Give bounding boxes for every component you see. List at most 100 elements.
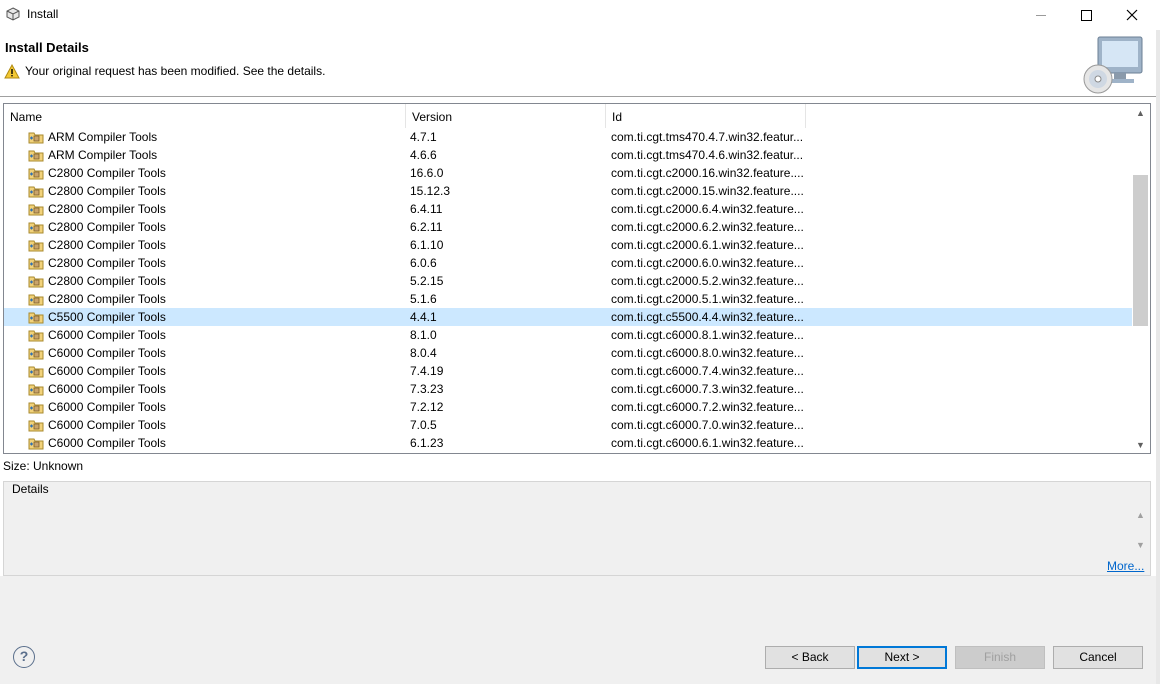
- header-banner: Install Details Your original request ha…: [0, 30, 1160, 96]
- cell-name: C6000 Compiler Tools: [48, 436, 166, 450]
- maximize-button[interactable]: [1063, 0, 1109, 30]
- cell-name: C6000 Compiler Tools: [48, 346, 166, 360]
- feature-package-icon: [28, 382, 44, 396]
- feature-package-icon: [28, 274, 44, 288]
- details-group: Details ▲ ▼: [3, 481, 1151, 576]
- install-items-table[interactable]: Name Version Id ARM Compiler Tools 4.7.1 c…: [3, 103, 1151, 454]
- table-row[interactable]: C2800 Compiler Tools 6.4.11 com.ti.cgt.c20…: [4, 200, 1132, 218]
- table-row[interactable]: C6000 Compiler Tools 7.2.12 com.ti.cgt.c60…: [4, 398, 1132, 416]
- feature-package-icon: [28, 148, 44, 162]
- column-header-version[interactable]: Version: [406, 104, 606, 128]
- table-row[interactable]: C6000 Compiler Tools 7.4.19 com.ti.cgt.c60…: [4, 362, 1132, 380]
- scroll-down-icon[interactable]: ▼: [1132, 536, 1149, 553]
- table-row[interactable]: C2800 Compiler Tools 16.6.0 com.ti.cgt.c20…: [4, 164, 1132, 182]
- cell-id: com.ti.cgt.c2000.6.1.win32.feature....: [611, 238, 803, 252]
- details-scrollbar[interactable]: ▲ ▼: [1132, 500, 1149, 556]
- package-icon: [6, 7, 20, 21]
- cell-name: C2800 Compiler Tools: [48, 256, 166, 270]
- minimize-icon: [1036, 14, 1046, 16]
- feature-package-icon: [28, 436, 44, 450]
- finish-button[interactable]: Finish: [955, 646, 1045, 669]
- cell-name: C2800 Compiler Tools: [48, 202, 166, 216]
- table-row[interactable]: C6000 Compiler Tools 6.1.23 com.ti.cgt.c60…: [4, 434, 1132, 452]
- table-row[interactable]: C2800 Compiler Tools 6.2.11 com.ti.cgt.c20…: [4, 218, 1132, 236]
- feature-package-icon: [28, 310, 44, 324]
- cell-name: C2800 Compiler Tools: [48, 274, 166, 288]
- cell-id: com.ti.cgt.tms470.4.6.win32.featur...: [611, 148, 803, 162]
- cell-version: 6.4.11: [410, 202, 443, 216]
- warning-icon: [4, 64, 20, 79]
- table-row[interactable]: C6000 Compiler Tools 8.0.4 com.ti.cgt.c600…: [4, 344, 1132, 362]
- table-row[interactable]: C5500 Compiler Tools 4.4.1 com.ti.cgt.c550…: [4, 308, 1132, 326]
- cell-name: C2800 Compiler Tools: [48, 220, 166, 234]
- close-button[interactable]: [1109, 0, 1155, 30]
- table-row[interactable]: C6000 Compiler Tools 7.0.5 com.ti.cgt.c600…: [4, 416, 1132, 434]
- cell-version: 7.4.19: [410, 364, 444, 378]
- table-row[interactable]: C6000 Compiler Tools 7.3.23 com.ti.cgt.c60…: [4, 380, 1132, 398]
- more-link[interactable]: More...: [1107, 559, 1144, 573]
- cell-id: com.ti.cgt.c2000.5.2.win32.feature....: [611, 274, 803, 288]
- table-row[interactable]: C2800 Compiler Tools 5.1.6 com.ti.cgt.c200…: [4, 290, 1132, 308]
- next-button[interactable]: Next >: [857, 646, 947, 669]
- cell-id: com.ti.cgt.tms470.4.7.win32.featur...: [611, 130, 803, 144]
- table-row[interactable]: C6000 Compiler Tools 8.1.0 com.ti.cgt.c600…: [4, 326, 1132, 344]
- table-row[interactable]: C2800 Compiler Tools 6.1.10 com.ti.cgt.c20…: [4, 236, 1132, 254]
- cell-id: com.ti.cgt.c6000.6.1.win32.feature....: [611, 436, 803, 450]
- cell-id: com.ti.cgt.c2000.6.2.win32.feature....: [611, 220, 803, 234]
- cell-name: ARM Compiler Tools: [48, 148, 158, 162]
- cell-version: 7.2.12: [410, 400, 444, 414]
- cell-name: C2800 Compiler Tools: [48, 166, 166, 180]
- table-row[interactable]: ARM Compiler Tools 4.7.1 com.ti.cgt.tms470…: [4, 128, 1132, 146]
- feature-package-icon: [28, 364, 44, 378]
- cell-id: com.ti.cgt.c6000.7.0.win32.feature....: [611, 418, 803, 432]
- table-row[interactable]: C2800 Compiler Tools 15.12.3 com.ti.cgt.c2…: [4, 182, 1132, 200]
- feature-package-icon: [28, 166, 44, 180]
- feature-package-icon: [28, 328, 44, 342]
- cell-version: 5.1.6: [410, 292, 437, 306]
- cell-name: C6000 Compiler Tools: [48, 418, 166, 432]
- back-button[interactable]: < Back: [765, 646, 855, 669]
- cell-name: C2800 Compiler Tools: [48, 184, 166, 198]
- size-label: Size: Unknown: [3, 459, 84, 473]
- cell-version: 4.4.1: [410, 310, 437, 324]
- cell-version: 4.6.6: [410, 148, 437, 162]
- cell-version: 7.0.5: [410, 418, 437, 432]
- cancel-button[interactable]: Cancel: [1053, 646, 1143, 669]
- cell-name: ARM Compiler Tools: [48, 130, 158, 144]
- column-header-id[interactable]: Id: [606, 104, 806, 128]
- cell-id: com.ti.cgt.c2000.16.win32.feature....: [611, 166, 803, 180]
- feature-package-icon: [28, 400, 44, 414]
- cell-version: 5.2.15: [410, 274, 444, 288]
- table-row[interactable]: ARM Compiler Tools 4.6.6 com.ti.cgt.tms470…: [4, 146, 1132, 164]
- scrollbar-thumb[interactable]: [1133, 175, 1148, 326]
- scroll-down-icon[interactable]: ▼: [1132, 436, 1149, 453]
- page-title: Install Details: [5, 40, 89, 55]
- cell-version: 7.3.23: [410, 382, 444, 396]
- cell-version: 6.1.23: [410, 436, 444, 450]
- cell-id: com.ti.cgt.c6000.8.0.win32.feature....: [611, 346, 803, 360]
- feature-package-icon: [28, 184, 44, 198]
- maximize-icon: [1080, 9, 1092, 21]
- help-button[interactable]: ?: [13, 646, 35, 668]
- cell-name: C2800 Compiler Tools: [48, 292, 166, 306]
- feature-package-icon: [28, 130, 44, 144]
- column-header-name[interactable]: Name: [4, 104, 406, 128]
- feature-package-icon: [28, 202, 44, 216]
- minimize-button[interactable]: [1018, 0, 1064, 30]
- table-scrollbar[interactable]: ▲ ▼: [1132, 104, 1149, 453]
- table-row[interactable]: C2800 Compiler Tools 5.2.15 com.ti.cgt.c20…: [4, 272, 1132, 290]
- cell-id: com.ti.cgt.c2000.15.win32.feature....: [611, 184, 803, 198]
- cell-name: C6000 Compiler Tools: [48, 400, 166, 414]
- details-text-area[interactable]: [5, 500, 1131, 552]
- cell-id: com.ti.cgt.c5500.4.4.win32.feature....: [611, 310, 803, 324]
- cell-name: C2800 Compiler Tools: [48, 238, 166, 252]
- cell-name: C6000 Compiler Tools: [48, 382, 166, 396]
- table-row[interactable]: C2800 Compiler Tools 6.0.6 com.ti.cgt.c200…: [4, 254, 1132, 272]
- computer-cd-icon: [1083, 36, 1143, 94]
- scroll-up-icon[interactable]: ▲: [1132, 506, 1149, 523]
- window-title: Install: [27, 7, 59, 21]
- scroll-up-icon[interactable]: ▲: [1132, 104, 1149, 121]
- cell-id: com.ti.cgt.c6000.8.1.win32.feature....: [611, 328, 803, 342]
- cell-version: 6.1.10: [410, 238, 444, 252]
- cell-version: 15.12.3: [410, 184, 451, 198]
